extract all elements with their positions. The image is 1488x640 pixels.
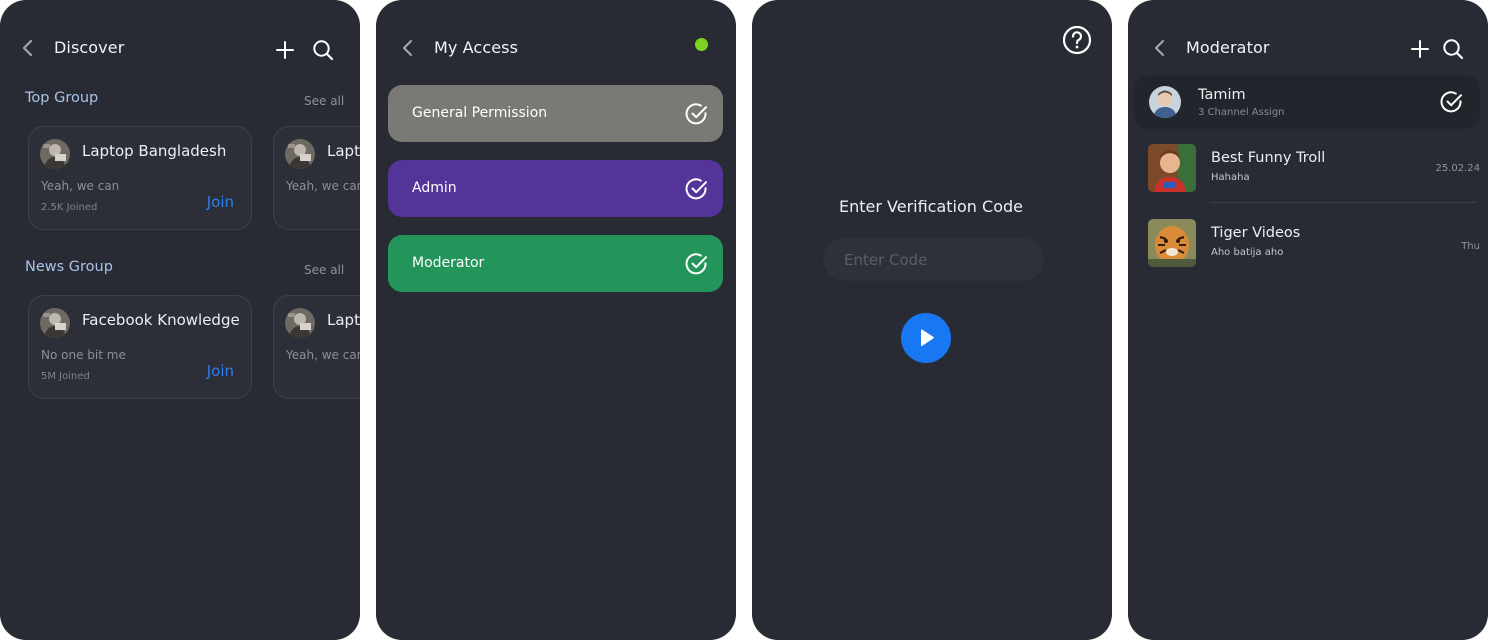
plus-icon[interactable] [1410, 39, 1430, 59]
verification-screen: Enter Verification Code [752, 0, 1112, 640]
my-access-screen: My Access General Permission Admin Moder… [376, 0, 736, 640]
group-members: 2.5K Joined [41, 202, 98, 213]
group-avatar [285, 139, 315, 169]
permission-label: Admin [412, 180, 457, 196]
back-icon[interactable] [20, 38, 36, 58]
section-title-news-group: News Group [25, 259, 113, 275]
see-all-link[interactable]: See all [304, 94, 344, 108]
group-avatar [285, 308, 315, 338]
channel-time: 25.02.24 [1435, 163, 1480, 174]
submit-button[interactable] [901, 313, 951, 363]
see-all-link[interactable]: See all [304, 263, 344, 277]
back-icon[interactable] [1152, 38, 1168, 58]
user-name: Tamim [1198, 87, 1246, 103]
online-status-dot [695, 38, 708, 51]
group-name: Laptop Bangladesh [82, 142, 227, 160]
group-card[interactable]: Laptop Bangladesh Yeah, we can 2.5K Join… [28, 126, 252, 230]
group-name: Lapto [327, 311, 360, 329]
group-card[interactable]: Lapto Yeah, we can [273, 295, 360, 399]
group-members: 5M Joined [41, 371, 90, 382]
channel-name: Tiger Videos [1211, 225, 1301, 241]
page-title: Moderator [1186, 38, 1270, 57]
channel-avatar [1148, 219, 1196, 267]
group-last-message: No one bit me [41, 348, 126, 362]
group-avatar [40, 139, 70, 169]
permission-label: General Permission [412, 105, 548, 121]
channel-avatar [1148, 144, 1196, 192]
question-circle-icon[interactable] [1062, 25, 1092, 55]
channel-row[interactable]: Tiger Videos Aho batija aho Thu [1134, 219, 1480, 269]
search-icon[interactable] [312, 39, 334, 61]
moderator-screen: Moderator Tamim 3 Channel Assign Best Fu… [1128, 0, 1488, 640]
page-title: Discover [54, 38, 125, 57]
permission-admin[interactable]: Admin [388, 160, 723, 217]
channel-time: Thu [1461, 241, 1480, 252]
join-button[interactable]: Join [207, 193, 234, 211]
channel-last-message: Hahaha [1211, 172, 1250, 183]
check-circle-icon [685, 102, 709, 130]
back-icon[interactable] [400, 38, 416, 58]
search-icon[interactable] [1442, 38, 1464, 60]
group-card[interactable]: Facebook Knowledge No one bit me 5M Join… [28, 295, 252, 399]
permission-label: Moderator [412, 255, 485, 271]
section-title-top-group: Top Group [25, 90, 99, 106]
check-circle-icon [685, 177, 709, 205]
permission-general[interactable]: General Permission [388, 85, 723, 142]
row-divider [1210, 202, 1476, 203]
group-name: Lapto [327, 142, 360, 160]
group-name: Facebook Knowledge [82, 311, 240, 329]
permission-moderator[interactable]: Moderator [388, 235, 723, 292]
plus-icon[interactable] [275, 40, 295, 60]
verification-title: Enter Verification Code [839, 197, 1023, 216]
channel-row[interactable]: Best Funny Troll Hahaha 25.02.24 [1134, 143, 1480, 193]
channel-name: Best Funny Troll [1211, 150, 1326, 166]
check-circle-icon [1440, 90, 1464, 114]
play-icon [921, 329, 934, 347]
moderator-row-selected[interactable]: Tamim 3 Channel Assign [1134, 75, 1480, 129]
join-button[interactable]: Join [207, 362, 234, 380]
group-last-message: Yeah, we can [286, 179, 360, 193]
user-avatar [1149, 86, 1181, 118]
group-last-message: Yeah, we can [286, 348, 360, 362]
group-card[interactable]: Lapto Yeah, we can [273, 126, 360, 230]
group-avatar [40, 308, 70, 338]
group-last-message: Yeah, we can [41, 179, 120, 193]
verification-code-input[interactable] [823, 238, 1044, 281]
discover-screen: Discover Top Group See all Laptop Bangla… [0, 0, 360, 640]
check-circle-icon [685, 252, 709, 280]
page-title: My Access [434, 38, 519, 57]
channel-last-message: Aho batija aho [1211, 247, 1284, 258]
user-subtitle: 3 Channel Assign [1198, 107, 1285, 118]
